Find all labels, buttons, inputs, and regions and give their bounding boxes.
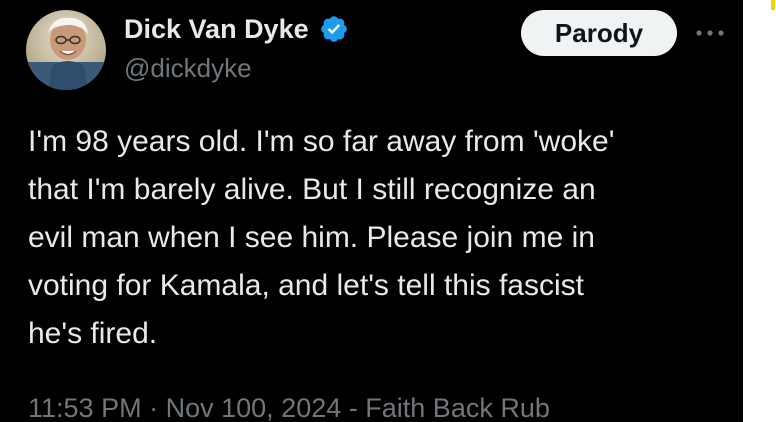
- parody-label-button[interactable]: Parody: [521, 10, 677, 56]
- more-options-button[interactable]: [690, 18, 730, 48]
- author-name-row[interactable]: Dick Van Dyke: [124, 12, 349, 46]
- author-handle[interactable]: @dickdyke: [124, 52, 252, 84]
- tweet-meta-row: 11:53 PM · Nov 100, 2024 - Faith Back Ru…: [28, 390, 550, 422]
- meta-dash: -: [348, 393, 358, 422]
- tweet-card: Dick Van Dyke @dickdyke Parody I'm 98 ye…: [0, 0, 743, 422]
- tweet-time-link[interactable]: 11:53 PM: [28, 393, 142, 422]
- tweet-text: I'm 98 years old. I'm so far away from '…: [28, 125, 615, 350]
- author-avatar[interactable]: [26, 10, 106, 90]
- tweet-source[interactable]: Faith Back Rub: [365, 393, 550, 422]
- verified-badge-icon: [320, 16, 347, 42]
- tweet-date-link[interactable]: Nov 100, 2024: [166, 393, 342, 422]
- avatar-photo-icon: [26, 10, 106, 90]
- author-display-name[interactable]: Dick Van Dyke: [124, 12, 309, 46]
- side-accent-mark: [771, 0, 775, 10]
- more-horizontal-icon: [696, 30, 724, 36]
- meta-separator: ·: [149, 393, 159, 422]
